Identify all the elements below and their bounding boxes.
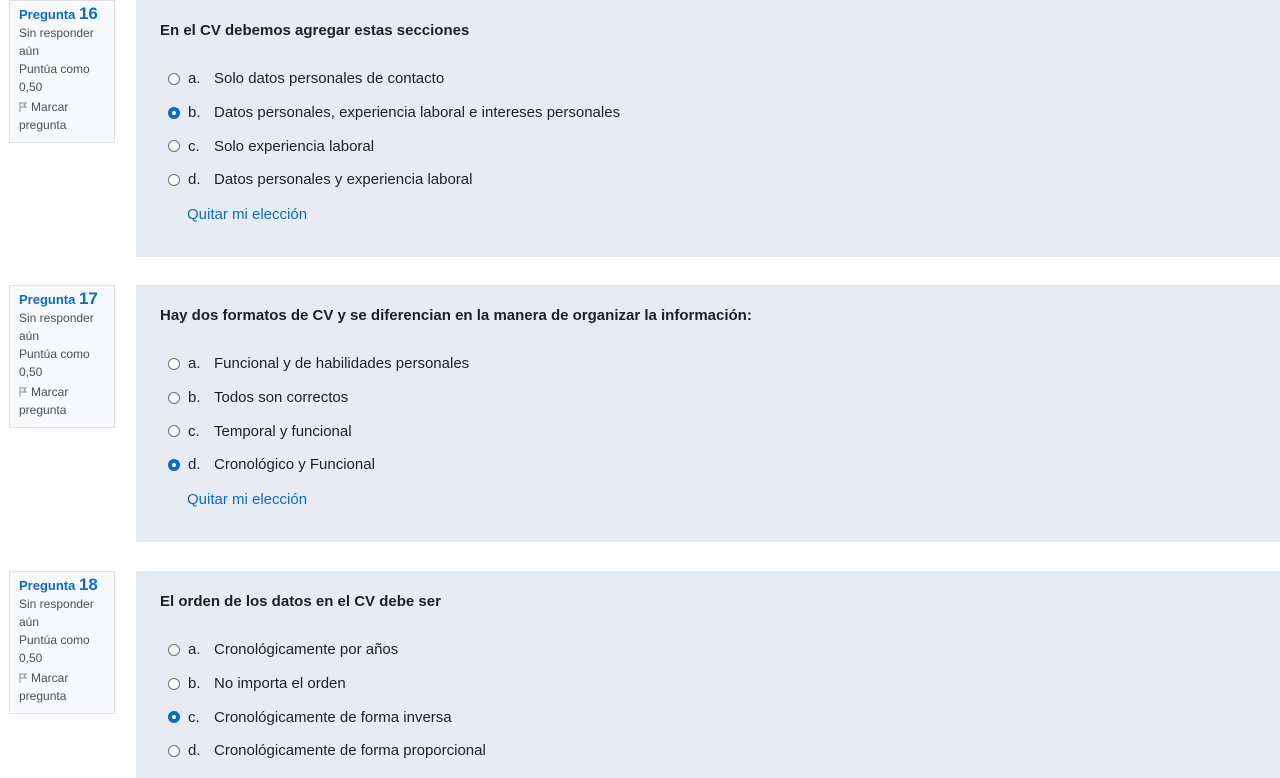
flag-question-link[interactable]: Marcar pregunta	[19, 383, 105, 419]
answer-text: Cronológico y Funcional	[214, 456, 375, 474]
answer-text: Todos son correctos	[214, 389, 349, 407]
answer-letter: c.	[188, 422, 200, 440]
answer-option[interactable]: c. Solo experiencia laboral	[168, 129, 620, 163]
radio-button[interactable]	[168, 711, 180, 724]
question-number: Pregunta 17	[19, 290, 105, 309]
answer-option[interactable]: b. Todos son correctos	[168, 381, 469, 415]
answer-option[interactable]: d. Datos personales y experiencia labora…	[168, 163, 620, 197]
answer-option[interactable]: d. Cronológicamente de forma proporciona…	[168, 734, 486, 768]
radio-button[interactable]	[168, 72, 180, 85]
answer-letter: d.	[188, 171, 201, 189]
answer-letter: a.	[188, 355, 201, 373]
answer-text: Solo experiencia laboral	[214, 137, 375, 155]
flag-icon	[19, 387, 28, 397]
answer-text: Cronológicamente de forma proporcional	[214, 742, 486, 760]
radio-button[interactable]	[168, 357, 180, 370]
radio-button[interactable]	[168, 140, 180, 153]
answer-text: Temporal y funcional	[214, 422, 352, 440]
flag-question-link[interactable]: Marcar pregunta	[19, 669, 105, 705]
answer-text: Cronológicamente por años	[214, 641, 399, 659]
answer-option[interactable]: c. Temporal y funcional	[168, 414, 469, 448]
radio-button[interactable]	[168, 643, 180, 656]
question-17: Pregunta 17 Sin responder aún Puntúa com…	[0, 285, 1280, 542]
question-label: Pregunta	[19, 7, 76, 22]
clear-choice-link[interactable]: Quitar mi elección	[187, 206, 307, 223]
question-state: Sin responder aún	[19, 26, 94, 58]
question-info: Pregunta 18 Sin responder aún Puntúa com…	[9, 571, 115, 714]
question-label: Pregunta	[19, 292, 76, 307]
answer-text: Datos personales, experiencia laboral e …	[214, 104, 621, 122]
question-text: En el CV debemos agregar estas secciones	[160, 22, 470, 39]
answer-text: Cronológicamente de forma inversa	[214, 708, 452, 726]
question-state: Sin responder aún	[19, 597, 94, 629]
answer-letter: b.	[188, 104, 201, 122]
answer-option[interactable]: a. Solo datos personales de contacto	[168, 62, 620, 96]
flag-icon	[19, 102, 28, 112]
question-text: Hay dos formatos de CV y se diferencian …	[160, 307, 752, 324]
question-grade: Puntúa como 0,50	[19, 62, 90, 94]
question-grade: Puntúa como 0,50	[19, 633, 90, 665]
flag-icon	[19, 673, 28, 683]
radio-button[interactable]	[168, 744, 180, 757]
question-16: Pregunta 16 Sin responder aún Puntúa com…	[0, 0, 1280, 257]
question-label: Pregunta	[19, 578, 76, 593]
answer-letter: a.	[188, 641, 201, 659]
question-info: Pregunta 17 Sin responder aún Puntúa com…	[9, 285, 115, 428]
question-number: Pregunta 18	[19, 576, 105, 595]
radio-button[interactable]	[168, 106, 180, 119]
answer-list: a. Solo datos personales de contacto b. …	[168, 62, 620, 197]
radio-button[interactable]	[168, 677, 180, 690]
answer-option[interactable]: b. Datos personales, experiencia laboral…	[168, 96, 620, 130]
radio-button[interactable]	[168, 173, 180, 186]
answer-text: Datos personales y experiencia laboral	[214, 171, 473, 189]
clear-choice-link[interactable]: Quitar mi elección	[187, 491, 307, 508]
answer-option[interactable]: a. Funcional y de habilidades personales	[168, 347, 469, 381]
question-content: En el CV debemos agregar estas secciones…	[136, 0, 1280, 257]
answer-letter: d.	[188, 742, 201, 760]
answer-letter: a.	[188, 70, 201, 88]
question-18: Pregunta 18 Sin responder aún Puntúa com…	[0, 571, 1280, 778]
answer-text: Solo datos personales de contacto	[214, 70, 445, 88]
question-state: Sin responder aún	[19, 311, 94, 343]
answer-text: No importa el orden	[214, 675, 346, 693]
question-number-value: 17	[78, 289, 98, 308]
answer-letter: c.	[188, 708, 200, 726]
answer-option[interactable]: a. Cronológicamente por años	[168, 633, 486, 667]
radio-button[interactable]	[168, 425, 180, 438]
question-info: Pregunta 16 Sin responder aún Puntúa com…	[9, 0, 115, 143]
question-text: El orden de los datos en el CV debe ser	[160, 593, 441, 610]
question-number-value: 18	[78, 575, 98, 594]
question-content: El orden de los datos en el CV debe ser …	[136, 571, 1280, 778]
answer-text: Funcional y de habilidades personales	[214, 355, 470, 373]
answer-option[interactable]: b. No importa el orden	[168, 667, 486, 701]
answer-letter: b.	[188, 675, 201, 693]
question-number-value: 16	[78, 4, 98, 23]
answer-option[interactable]: d. Cronológico y Funcional	[168, 448, 469, 482]
radio-button[interactable]	[168, 458, 180, 471]
flag-question-link[interactable]: Marcar pregunta	[19, 98, 105, 134]
answer-letter: c.	[188, 137, 200, 155]
answer-letter: d.	[188, 456, 201, 474]
answer-list: a. Funcional y de habilidades personales…	[168, 347, 469, 482]
question-grade: Puntúa como 0,50	[19, 347, 90, 379]
radio-button[interactable]	[168, 391, 180, 404]
answer-option[interactable]: c. Cronológicamente de forma inversa	[168, 700, 486, 734]
question-number: Pregunta 16	[19, 5, 105, 24]
answer-letter: b.	[188, 389, 201, 407]
question-content: Hay dos formatos de CV y se diferencian …	[136, 285, 1280, 542]
answer-list: a. Cronológicamente por años b. No impor…	[168, 633, 486, 768]
